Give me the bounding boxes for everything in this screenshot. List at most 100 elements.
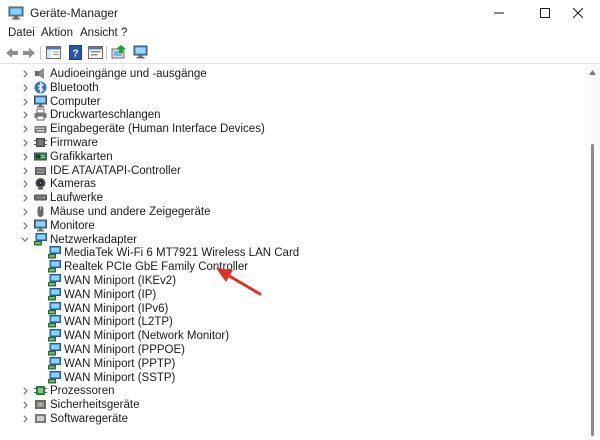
expand-toggle[interactable] [20,178,30,190]
software-device-icon [34,412,47,425]
tree-item-label: WAN Miniport (IKEv2) [64,275,177,287]
scan-hardware-button[interactable] [132,44,150,61]
chevron-down-icon [21,237,29,242]
toolbar-separator [40,46,41,60]
tree-item-label: Monitore [50,219,95,232]
tree-category-item[interactable]: Grafikkarten [0,150,585,164]
computer-icon [34,95,47,108]
chevron-right-icon [22,98,28,106]
tree-category-item[interactable]: Monitore [0,219,585,233]
tree-category-item[interactable]: Softwaregeräte [0,412,585,426]
chevron-right-icon [22,208,28,216]
tree-item-label: Sicherheitsgeräte [50,399,140,412]
close-button[interactable] [556,0,600,26]
scroll-thumb[interactable] [591,144,594,436]
expand-toggle[interactable] [20,82,30,94]
printer-icon [34,108,47,121]
tree-category-item[interactable]: Computer [0,95,585,109]
menu-aktion[interactable]: Aktion [41,27,73,39]
expand-toggle[interactable] [20,137,30,149]
network-adapter-icon [34,232,47,246]
tree-category-item[interactable]: Sicherheitsgeräte [0,398,585,412]
update-driver-button[interactable] [110,44,128,61]
expand-toggle[interactable] [20,385,30,397]
minimize-icon [494,12,504,14]
tree-device-item[interactable]: WAN Miniport (IP) [0,287,585,302]
vertical-scrollbar[interactable] [585,64,600,440]
tree-device-item[interactable]: WAN Miniport (PPPOE) [0,343,585,357]
tree-category-item[interactable]: Firmware [0,136,585,150]
expand-toggle[interactable] [20,220,30,232]
network-adapter-icon [48,356,61,370]
toolbar-separator [106,46,107,60]
tree-item-label: MediaTek Wi-Fi 6 MT7921 Wireless LAN Car… [64,247,300,260]
tree-device-item[interactable]: WAN Miniport (L2TP) [0,315,585,329]
update-driver-icon [111,45,126,59]
chevron-right-icon [22,70,28,78]
chevron-right-icon [22,387,28,395]
chevron-right-icon [22,125,28,133]
title-bar: Geräte-Manager [0,0,600,26]
tree-category-item[interactable]: Eingabegeräte (Human Interface Devices) [0,122,585,136]
expand-toggle[interactable] [20,165,30,177]
expand-toggle[interactable] [20,399,30,411]
expand-toggle[interactable] [20,151,30,163]
back-arrow-icon [6,47,18,58]
tree-device-item[interactable]: WAN Miniport (PPTP) [0,356,585,371]
display-adapter-icon [34,150,47,163]
camera-icon [34,177,47,190]
tree-item-label: WAN Miniport (PPTP) [64,357,176,370]
menu-ansicht[interactable]: Ansicht [80,27,118,39]
forward-button[interactable] [20,44,38,61]
menu-datei[interactable]: Datei [8,27,35,39]
tree-device-item[interactable]: WAN Miniport (Network Monitor) [0,329,585,343]
tree-category-item[interactable]: Druckwarteschlangen [0,108,585,122]
expand-toggle[interactable] [20,123,30,135]
expand-toggle[interactable] [20,96,30,108]
back-button[interactable] [3,44,21,61]
tree-category-item[interactable]: Prozessoren [0,384,585,398]
network-adapter-icon [48,246,61,259]
expand-toggle[interactable] [20,192,30,204]
device-tree: Audioeingänge und -ausgänge Bluetooth Comp… [0,64,585,440]
tree-category-item[interactable]: Netzwerkadapter [0,232,585,247]
tree-item-label: WAN Miniport (IPv6) [64,302,169,315]
expand-toggle[interactable] [20,68,30,80]
tree-item-label: Kameras [50,178,97,191]
console-tree-button[interactable] [44,44,62,61]
tree-category-item[interactable]: Bluetooth [0,81,585,95]
tree-device-item[interactable]: WAN Miniport (SSTP) [0,370,585,385]
expand-toggle[interactable] [20,206,30,218]
tree-category-item[interactable]: Audioeingänge und -ausgänge [0,67,585,81]
properties-button[interactable] [86,44,104,61]
console-tree-icon [45,46,61,59]
menu-help[interactable]: ? [121,27,127,39]
window-title: Geräte-Manager [30,6,119,20]
tree-device-item[interactable]: WAN Miniport (IPv6) [0,301,585,316]
tree-item-label: Softwaregeräte [50,413,128,425]
minimize-button[interactable] [476,0,522,26]
network-adapter-icon [48,370,61,384]
tree-item-label: WAN Miniport (SSTP) [64,371,176,384]
tree-item-label: Prozessoren [50,385,115,398]
tree-category-item[interactable]: Kameras [0,177,585,191]
tree-device-item[interactable]: MediaTek Wi-Fi 6 MT7921 Wireless LAN Car… [0,246,585,260]
forward-arrow-icon [23,47,35,58]
tree-item-label: Audioeingänge und -ausgänge [50,68,207,80]
collapse-toggle[interactable] [20,234,30,246]
tree-device-item[interactable]: Realtek PCIe GbE Family Controller [0,260,585,274]
mouse-icon [34,205,47,218]
tree-device-item[interactable]: WAN Miniport (IKEv2) [0,274,585,288]
network-adapter-icon [48,274,61,287]
network-adapter-icon [48,315,61,328]
ide-controller-icon [34,164,47,177]
help-button[interactable]: ? [66,44,84,61]
expand-toggle[interactable] [20,109,30,121]
chevron-right-icon [22,194,28,202]
tree-category-item[interactable]: IDE ATA/ATAPI-Controller [0,164,585,178]
scroll-up-arrow[interactable] [585,66,600,78]
tree-category-item[interactable]: Mäuse und andere Zeigegeräte [0,205,585,219]
expand-toggle[interactable] [20,413,30,425]
tree-category-item[interactable]: Laufwerke [0,191,585,205]
disk-drive-icon [34,191,47,204]
